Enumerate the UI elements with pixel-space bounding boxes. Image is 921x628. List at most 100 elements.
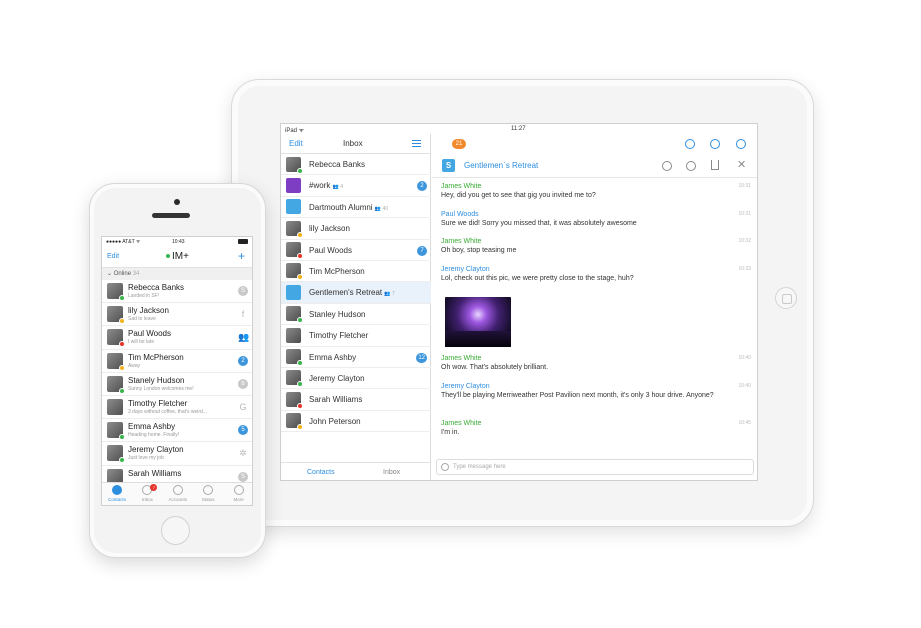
service-icon: G [239,401,247,412]
tab-contacts[interactable]: Contacts [307,469,335,476]
contact-row[interactable]: Paul Woods I will be late 👥 [102,326,252,350]
chat-message: James White Oh boy, stop teasing me 10:32 [441,238,751,255]
inbox-item[interactable]: Jeremy Clayton [281,368,431,390]
skype-icon [286,284,301,300]
contact-row[interactable]: Jeremy Clayton Just love my job ✲ [102,442,252,466]
inbox-item[interactable]: Dartmouth Alumni 👥 40 [281,197,431,219]
message-text: Lol, check out this pic, we were pretty … [441,275,634,282]
contact-name: lily Jackson [128,306,169,316]
contact-row[interactable]: Rebecca Banks Landed in SF! S [102,280,252,304]
unread-badge: 12 [416,352,427,363]
tab-more[interactable]: More [224,485,252,502]
close-icon[interactable]: ✕ [737,158,746,171]
contact-row[interactable]: lily Jackson Sad to leave f [102,303,252,327]
message-time: 10:40 [738,355,751,361]
service-icon: S [238,286,248,296]
inbox-edit-button[interactable]: Edit [289,139,303,148]
group-member-count: 👥 4 [332,184,343,191]
inbox-item[interactable]: Stanley Hudson [281,304,431,326]
inbox-title: Inbox [343,139,363,148]
online-section-header[interactable]: ⌄ Online 34 [102,268,252,280]
message-sender[interactable]: Jeremy Clayton [441,266,751,273]
iphone-home-button[interactable] [161,516,190,545]
inbox-item-name: #work 👥 4 [309,181,343,190]
tab-inbox[interactable]: Inbox 7 [132,484,162,502]
inbox-item[interactable]: lily Jackson [281,218,431,240]
contacts-icon [112,485,122,495]
add-participant-icon[interactable] [662,161,672,171]
contact-row[interactable]: Emma Ashby Heading home. Finally! 5 [102,419,252,443]
tab-contacts[interactable]: Contacts [102,485,132,502]
contact-name: Paul Woods [128,329,171,339]
inbox-item-name: John Peterson [309,417,361,426]
avatar [286,242,303,260]
contact-row[interactable]: Stanely Hudson Sunny London welcomes me! b [102,373,252,396]
unread-count-badge[interactable]: 21 [452,139,466,149]
inbox-item[interactable]: #work 👥 4 2 [281,175,431,197]
unread-badge: 7 [150,484,158,491]
smiley-icon[interactable] [441,463,449,471]
contact-status-message: Away [128,362,141,369]
tab-inbox[interactable]: Inbox [383,469,400,476]
inbox-item-name: Rebecca Banks [309,160,365,169]
inbox-item[interactable]: Tim McPherson [281,261,431,283]
iphone-status-bar: ●●●●● AT&T ᯤ 10:43 [102,237,252,246]
contact-status-message: Just love my job [128,455,164,462]
add-contact-button[interactable]: + [238,249,245,263]
message-sender[interactable]: James White [441,183,751,190]
contact-name: Jeremy Clayton [128,445,184,455]
message-sender[interactable]: Paul Woods [441,211,751,218]
inbox-item[interactable]: Timothy Fletcher [281,325,431,347]
block-icon[interactable] [686,161,696,171]
unread-badge: 2 [417,181,427,192]
concert-photo[interactable] [445,297,511,347]
gear-icon[interactable] [736,139,746,149]
chat-pane: 21 S Gentlemen`s Retreat ✕ James White He… [432,134,757,480]
message-sender[interactable]: James White [441,355,751,362]
tab-label: Accounts [168,497,188,502]
message-sender[interactable]: Jeremy Clayton [441,383,751,390]
group-member-count: 👥 7 [384,291,395,298]
inbox-item[interactable]: Emma Ashby 12 [281,347,431,368]
tab-label: Contacts [108,497,126,502]
avatar [107,306,125,325]
iphone-edit-button[interactable]: Edit [107,253,119,260]
message-sender[interactable]: James White [441,238,751,245]
avatar [286,349,303,367]
inbox-item[interactable]: Gentlemen's Retreat 👥 7 [281,282,431,304]
contact-name: Emma Ashby [128,422,176,432]
tab-label: More [233,497,244,502]
tab-status[interactable]: Status [193,485,223,502]
message-text: Oh wow. That's absolutely brilliant. [441,364,549,371]
share-icon[interactable] [711,160,719,170]
inbox-item[interactable]: Rebecca Banks [281,154,431,176]
chat-message: James White Oh wow. That's absolutely bri… [441,355,751,372]
group-member-count: 👥 40 [374,205,389,212]
ipad-home-button[interactable] [775,287,797,309]
inbox-item[interactable]: Sarah Williams [281,389,431,411]
service-icon: 👥 [238,332,250,343]
ipad-clock: 11:27 [511,126,526,132]
inbox-item[interactable]: Paul Woods 7 [281,240,431,261]
app-title: IM+ [166,251,189,262]
contact-list: Rebecca Banks Landed in SF! Slily Jackson S… [102,280,252,489]
contact-row[interactable]: Tim McPherson Away 2 [102,350,252,373]
message-input[interactable]: Type message here [436,459,754,475]
menu-icon[interactable] [412,140,421,147]
iphone-tab-bar: Contacts Inbox 7 Accounts Status More [102,482,252,505]
message-sender[interactable]: James White [441,420,751,427]
contact-name: Rebecca Banks [128,283,185,292]
chat-message: James White Hey, did you get to see that … [441,183,751,200]
ipad-screen: iPad ᯤ 11:27 Edit Inbox Rebecca Banks #wo… [280,123,758,481]
checkmark-icon[interactable] [685,139,695,149]
inbox-item-label: Stanley Hudson [309,309,366,319]
message-text: They'll be playing Merriweather Post Pav… [441,392,714,399]
iphone-carrier: ●●●●● AT&T ᯤ [106,239,141,245]
presence-dot-icon [297,231,303,238]
inbox-item[interactable]: John Peterson [281,411,431,433]
message-text: I'm in. [441,429,460,436]
person-icon[interactable] [710,139,720,149]
contact-row[interactable]: Timothy Fletcher 3 days without coffee, t… [102,396,252,420]
tab-accounts[interactable]: Accounts [163,485,193,502]
inbox-item-name: Paul Woods [309,246,352,255]
